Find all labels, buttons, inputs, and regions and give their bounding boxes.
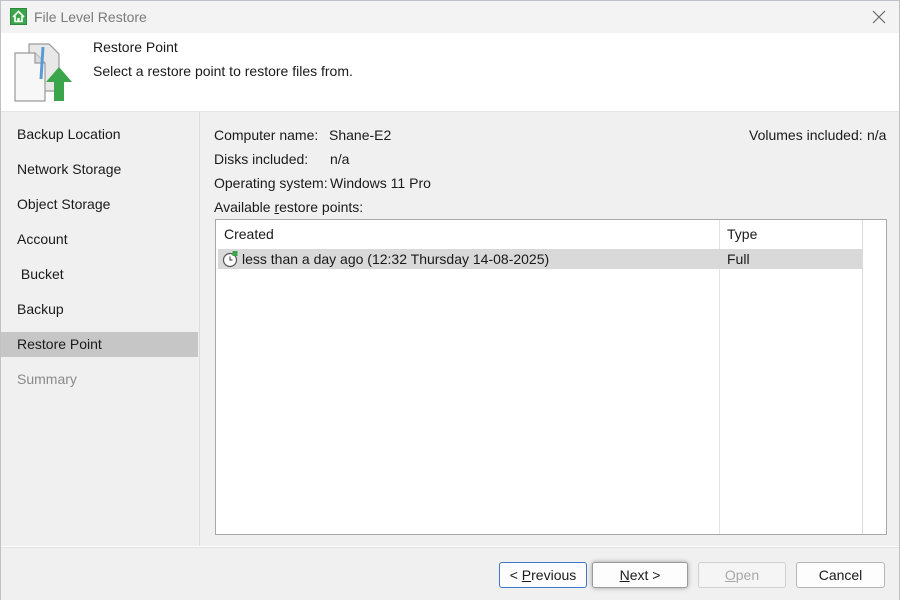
- cancel-button[interactable]: Cancel: [796, 562, 885, 588]
- restore-point-type: Full: [727, 251, 750, 267]
- title-bar: File Level Restore: [1, 1, 899, 33]
- operating-system-label: Operating system:: [214, 175, 328, 191]
- column-header-created[interactable]: Created: [224, 220, 274, 248]
- restore-point-row[interactable]: less than a day ago (12:32 Thursday 14-0…: [218, 249, 862, 269]
- sidebar-item-summary: Summary: [17, 371, 77, 387]
- disks-included-value: n/a: [330, 151, 350, 167]
- computer-name-value: Shane-E2: [329, 127, 392, 143]
- page-title: Restore Point: [93, 39, 178, 55]
- sidebar-item-backup-location[interactable]: Backup Location: [1, 122, 198, 147]
- restore-point-created: less than a day ago (12:32 Thursday 14-0…: [242, 251, 550, 267]
- wizard-footer: < Previous Next > Open Cancel: [1, 547, 899, 600]
- volumes-included-value: n/a: [867, 127, 887, 143]
- restore-points-label-start: Available: [214, 199, 275, 215]
- clock-icon: [222, 251, 238, 268]
- open-label-accel: O: [724, 567, 736, 583]
- sidebar-item-restore-point[interactable]: Restore Point: [1, 332, 198, 357]
- next-button[interactable]: Next >: [592, 562, 688, 588]
- wizard-step-sidebar: Backup Location Network Storage Object S…: [1, 112, 200, 546]
- previous-label-end: revious: [531, 567, 577, 583]
- sidebar-item-object-storage[interactable]: Object Storage: [1, 192, 198, 217]
- previous-label-start: <: [509, 567, 522, 583]
- wizard-header: Restore Point Select a restore point to …: [1, 33, 899, 112]
- open-button: Open: [698, 562, 786, 588]
- sidebar-item-account[interactable]: Account: [1, 227, 198, 252]
- home-icon: [10, 8, 27, 25]
- close-icon[interactable]: [869, 7, 889, 27]
- sidebar-item-network-storage[interactable]: Network Storage: [1, 157, 198, 182]
- restore-document-icon: [14, 43, 72, 102]
- previous-label-accel: P: [521, 567, 532, 583]
- sidebar-item-bucket[interactable]: Bucket: [1, 262, 198, 287]
- restore-points-list[interactable]: Created Type less than a day ago (12:32 …: [215, 219, 887, 535]
- available-restore-points-label: Available restore points:: [214, 199, 363, 215]
- wizard-content: Computer name: Shane-E2 Disks included: …: [200, 112, 899, 546]
- disks-included-label: Disks included:: [214, 151, 309, 167]
- next-label-end: ext >: [629, 567, 661, 583]
- computer-name-label: Computer name:: [214, 127, 319, 143]
- page-subtitle: Select a restore point to restore files …: [93, 63, 353, 79]
- column-header-type[interactable]: Type: [727, 220, 757, 248]
- sidebar-item-backup[interactable]: Backup: [1, 297, 198, 322]
- previous-button[interactable]: < Previous: [499, 562, 587, 588]
- window-title: File Level Restore: [34, 9, 147, 25]
- operating-system-value: Windows 11 Pro: [330, 175, 431, 191]
- file-level-restore-window: File Level Restore Restore Point Select …: [0, 0, 900, 600]
- open-label-end: pen: [735, 567, 760, 583]
- volumes-included-label: Volumes included:: [749, 127, 863, 143]
- restore-points-label-end: estore points:: [279, 199, 364, 215]
- next-label-accel: N: [619, 567, 630, 583]
- list-right-divider: [862, 220, 863, 534]
